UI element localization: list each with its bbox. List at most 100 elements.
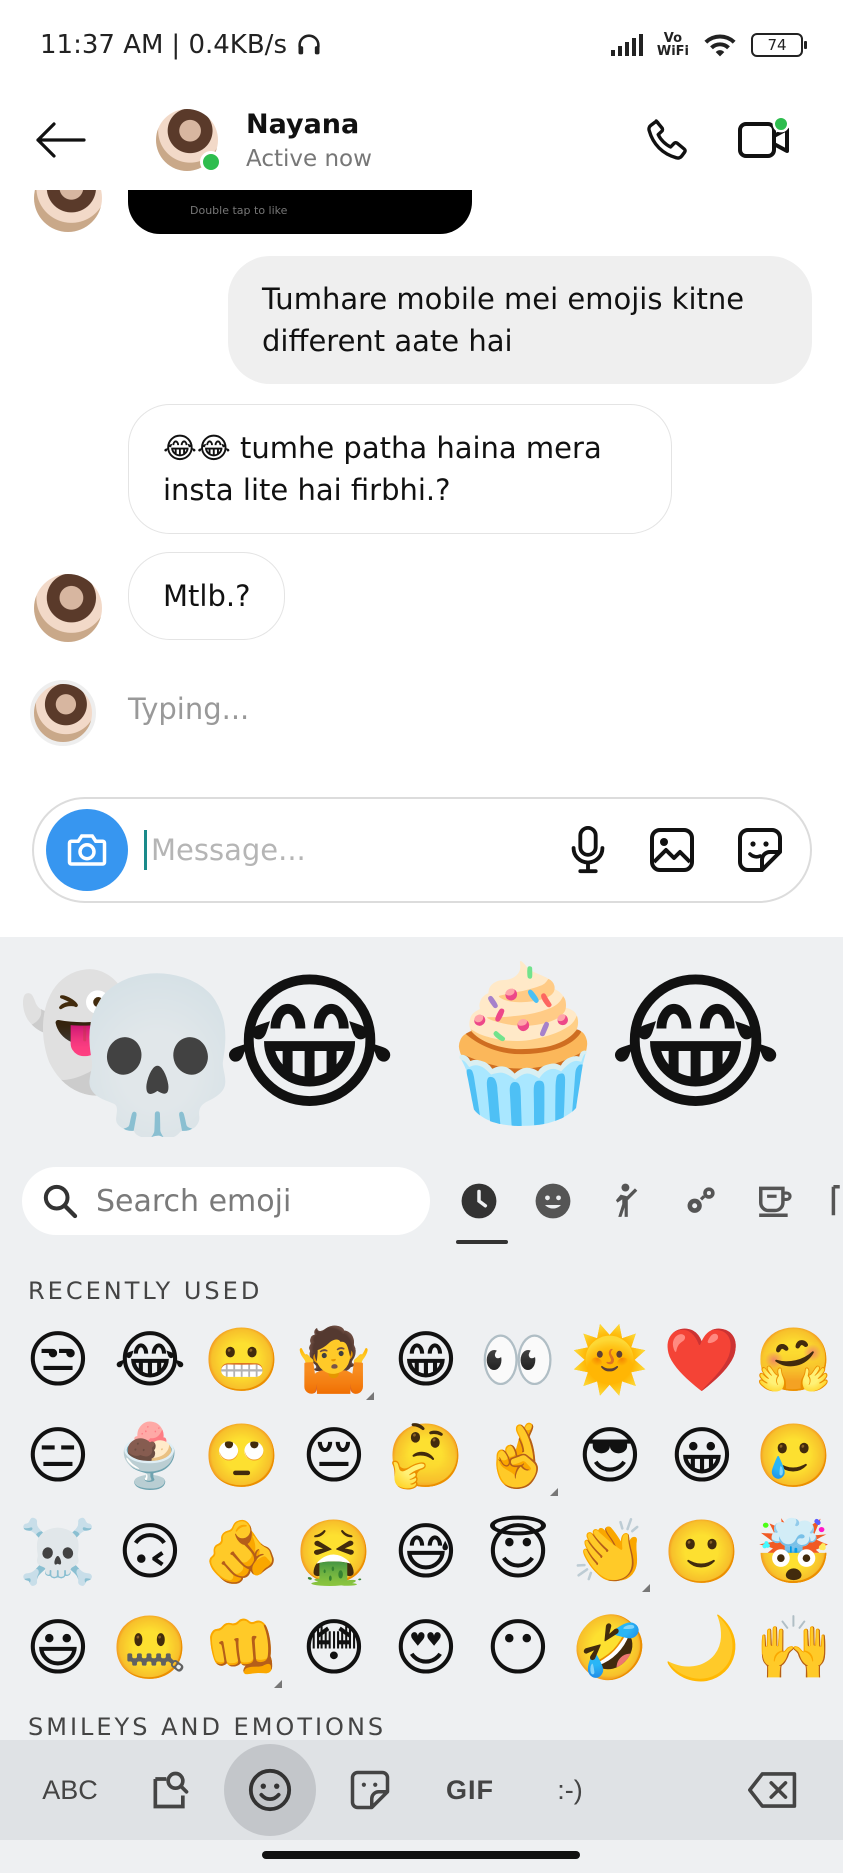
text-caret bbox=[144, 830, 147, 870]
emoji-key[interactable]: 🤐 bbox=[104, 1600, 196, 1696]
emoji-key[interactable]: 😃 bbox=[12, 1600, 104, 1696]
emoji-key[interactable]: 😎 bbox=[564, 1408, 656, 1504]
signal-icon bbox=[610, 34, 643, 56]
emoji-key[interactable]: 😁 bbox=[380, 1312, 472, 1408]
avatar[interactable] bbox=[34, 574, 102, 642]
emoji-search-box[interactable] bbox=[22, 1167, 430, 1235]
sticker-suggestion[interactable]: 🧁 bbox=[430, 959, 617, 1129]
microphone-icon[interactable] bbox=[568, 825, 608, 875]
sticker-icon bbox=[350, 1770, 390, 1810]
video-call-icon[interactable] bbox=[737, 116, 793, 164]
sticker-icon[interactable] bbox=[736, 826, 784, 874]
battery-icon: 74 bbox=[751, 33, 807, 57]
backspace-button[interactable] bbox=[727, 1744, 819, 1836]
gesture-navigation-bar[interactable] bbox=[262, 1851, 580, 1859]
emoji-search-row bbox=[22, 1165, 842, 1244]
emoji-key[interactable]: 🤮 bbox=[288, 1504, 380, 1600]
tab-recent[interactable] bbox=[458, 1180, 500, 1222]
sticker-tab-button[interactable] bbox=[324, 1744, 416, 1836]
camera-icon bbox=[67, 834, 107, 866]
tab-people[interactable] bbox=[606, 1180, 648, 1222]
emoji-key[interactable]: 😬 bbox=[196, 1312, 288, 1408]
emoji-key[interactable]: 🤯 bbox=[748, 1504, 840, 1600]
emoji-key[interactable]: 😇 bbox=[472, 1504, 564, 1600]
coffee-icon bbox=[759, 1186, 792, 1217]
message-text: Mtlb.? bbox=[163, 579, 251, 613]
emoji-key[interactable]: 🙃 bbox=[104, 1504, 196, 1600]
emoticon-tab-button[interactable]: :-) bbox=[524, 1744, 616, 1836]
message-input[interactable] bbox=[151, 833, 531, 867]
camera-button[interactable] bbox=[46, 809, 128, 891]
abc-label: ABC bbox=[42, 1774, 98, 1805]
incoming-message[interactable]: Mtlb.? bbox=[128, 552, 286, 640]
emoji-key[interactable]: 😒 bbox=[12, 1312, 104, 1408]
emoji-key[interactable]: 👏 bbox=[564, 1504, 656, 1600]
message-text: 😂😂 tumhe patha haina mera insta lite hai… bbox=[163, 431, 602, 507]
incoming-message[interactable]: 😂😂 tumhe patha haina mera insta lite hai… bbox=[128, 404, 672, 534]
clipboard-search-icon bbox=[153, 1771, 189, 1809]
section-recently-used: RECENTLY USED bbox=[28, 1277, 263, 1305]
smiley-icon bbox=[248, 1768, 292, 1812]
emoji-key[interactable]: 😀 bbox=[656, 1408, 748, 1504]
emoji-key[interactable]: 🤔 bbox=[380, 1408, 472, 1504]
emoji-key[interactable]: 🙌 bbox=[748, 1600, 840, 1696]
emoji-kitchen-strip: 👻 💀 😂 🧁 😂 bbox=[0, 937, 843, 1137]
active-tab-indicator bbox=[456, 1240, 508, 1244]
outgoing-message[interactable]: Tumhare mobile mei emojis kitne differen… bbox=[228, 256, 812, 384]
emoji-key[interactable]: 😂 bbox=[104, 1312, 196, 1408]
tab-smileys[interactable] bbox=[532, 1180, 574, 1222]
emoji-key[interactable]: ❤️ bbox=[656, 1312, 748, 1408]
emoji-key[interactable]: ☠️ bbox=[12, 1504, 104, 1600]
emoji-key[interactable]: 😔 bbox=[288, 1408, 380, 1504]
emoji-key[interactable]: 🍨 bbox=[104, 1408, 196, 1504]
online-indicator bbox=[200, 151, 222, 173]
emoji-key[interactable]: 😅 bbox=[380, 1504, 472, 1600]
emoji-key[interactable]: 🤞 bbox=[472, 1408, 564, 1504]
sticker-suggestion[interactable]: 😂 bbox=[608, 959, 783, 1129]
tab-more[interactable] bbox=[828, 1180, 842, 1222]
tab-food[interactable] bbox=[754, 1180, 796, 1222]
avatar[interactable] bbox=[34, 190, 102, 232]
sticker-suggestion[interactable]: 😂 bbox=[222, 959, 397, 1129]
emoji-key[interactable]: 🤣 bbox=[564, 1600, 656, 1696]
emoji-key[interactable]: 😳 bbox=[288, 1600, 380, 1696]
gif-tab-button[interactable]: GIF bbox=[424, 1744, 516, 1836]
emoji-key[interactable]: 🌞 bbox=[564, 1312, 656, 1408]
tab-nature[interactable] bbox=[680, 1180, 722, 1222]
emoji-tab-button[interactable] bbox=[224, 1744, 316, 1836]
headphones-icon bbox=[298, 34, 320, 55]
emoji-key[interactable]: 🤗 bbox=[748, 1312, 840, 1408]
emoji-grid: 😒 😂 😬 🤷 😁 👀 🌞 ❤️ 🤗 😑 🍨 🙄 😔 🤔 🤞 😎 😀 🥲 ☠️ 🙃 🫵 🤮 😅 😇 👏 🙂 🤯 😃 🤐 👊 😳 😍 😶 🤣 🌙 🙌 bbox=[12, 1312, 842, 1696]
emoji-key[interactable]: 🤷 bbox=[288, 1312, 380, 1408]
status-speed: | 0.4KB/s bbox=[171, 30, 287, 60]
abc-button[interactable]: ABC bbox=[24, 1744, 116, 1836]
clipboard-search-button[interactable] bbox=[124, 1744, 216, 1836]
message-list[interactable]: Double tap to like Tumhare mobile mei em… bbox=[0, 190, 843, 790]
emoji-key[interactable]: 🙂 bbox=[656, 1504, 748, 1600]
emoji-search-input[interactable] bbox=[96, 1183, 416, 1219]
vowifi-badge: Vo WiFi bbox=[656, 31, 689, 59]
video-message[interactable]: Double tap to like bbox=[128, 190, 472, 234]
back-button[interactable] bbox=[30, 110, 90, 170]
person-waving-icon bbox=[615, 1183, 638, 1217]
emoji-keyboard: 👻 💀 😂 🧁 😂 Search emoji RECENTLY USED 😒 😂… bbox=[0, 937, 843, 1873]
status-left: 11:37 AM | 0.4KB/s bbox=[40, 30, 323, 60]
emoji-key[interactable]: 🥲 bbox=[748, 1408, 840, 1504]
emoji-key[interactable]: 😑 bbox=[12, 1408, 104, 1504]
emoji-key[interactable]: 👀 bbox=[472, 1312, 564, 1408]
video-caption: Double tap to like bbox=[190, 204, 288, 217]
contact-info[interactable]: Nayana Active now bbox=[246, 109, 372, 172]
backspace-icon bbox=[748, 1772, 797, 1808]
emoji-key[interactable]: 😍 bbox=[380, 1600, 472, 1696]
emoji-key[interactable]: 🫵 bbox=[196, 1504, 288, 1600]
typing-avatar bbox=[30, 680, 96, 746]
emoji-key[interactable]: 👊 bbox=[196, 1600, 288, 1696]
emoji-key[interactable]: 🙄 bbox=[196, 1408, 288, 1504]
emoji-key[interactable]: 🌙 bbox=[656, 1600, 748, 1696]
contact-name: Nayana bbox=[246, 108, 360, 140]
emoji-key[interactable]: 😶 bbox=[472, 1600, 564, 1696]
contact-avatar[interactable] bbox=[156, 109, 222, 173]
gallery-icon[interactable] bbox=[648, 826, 696, 874]
chat-header: Nayana Active now bbox=[0, 90, 843, 190]
phone-icon[interactable] bbox=[643, 116, 691, 164]
